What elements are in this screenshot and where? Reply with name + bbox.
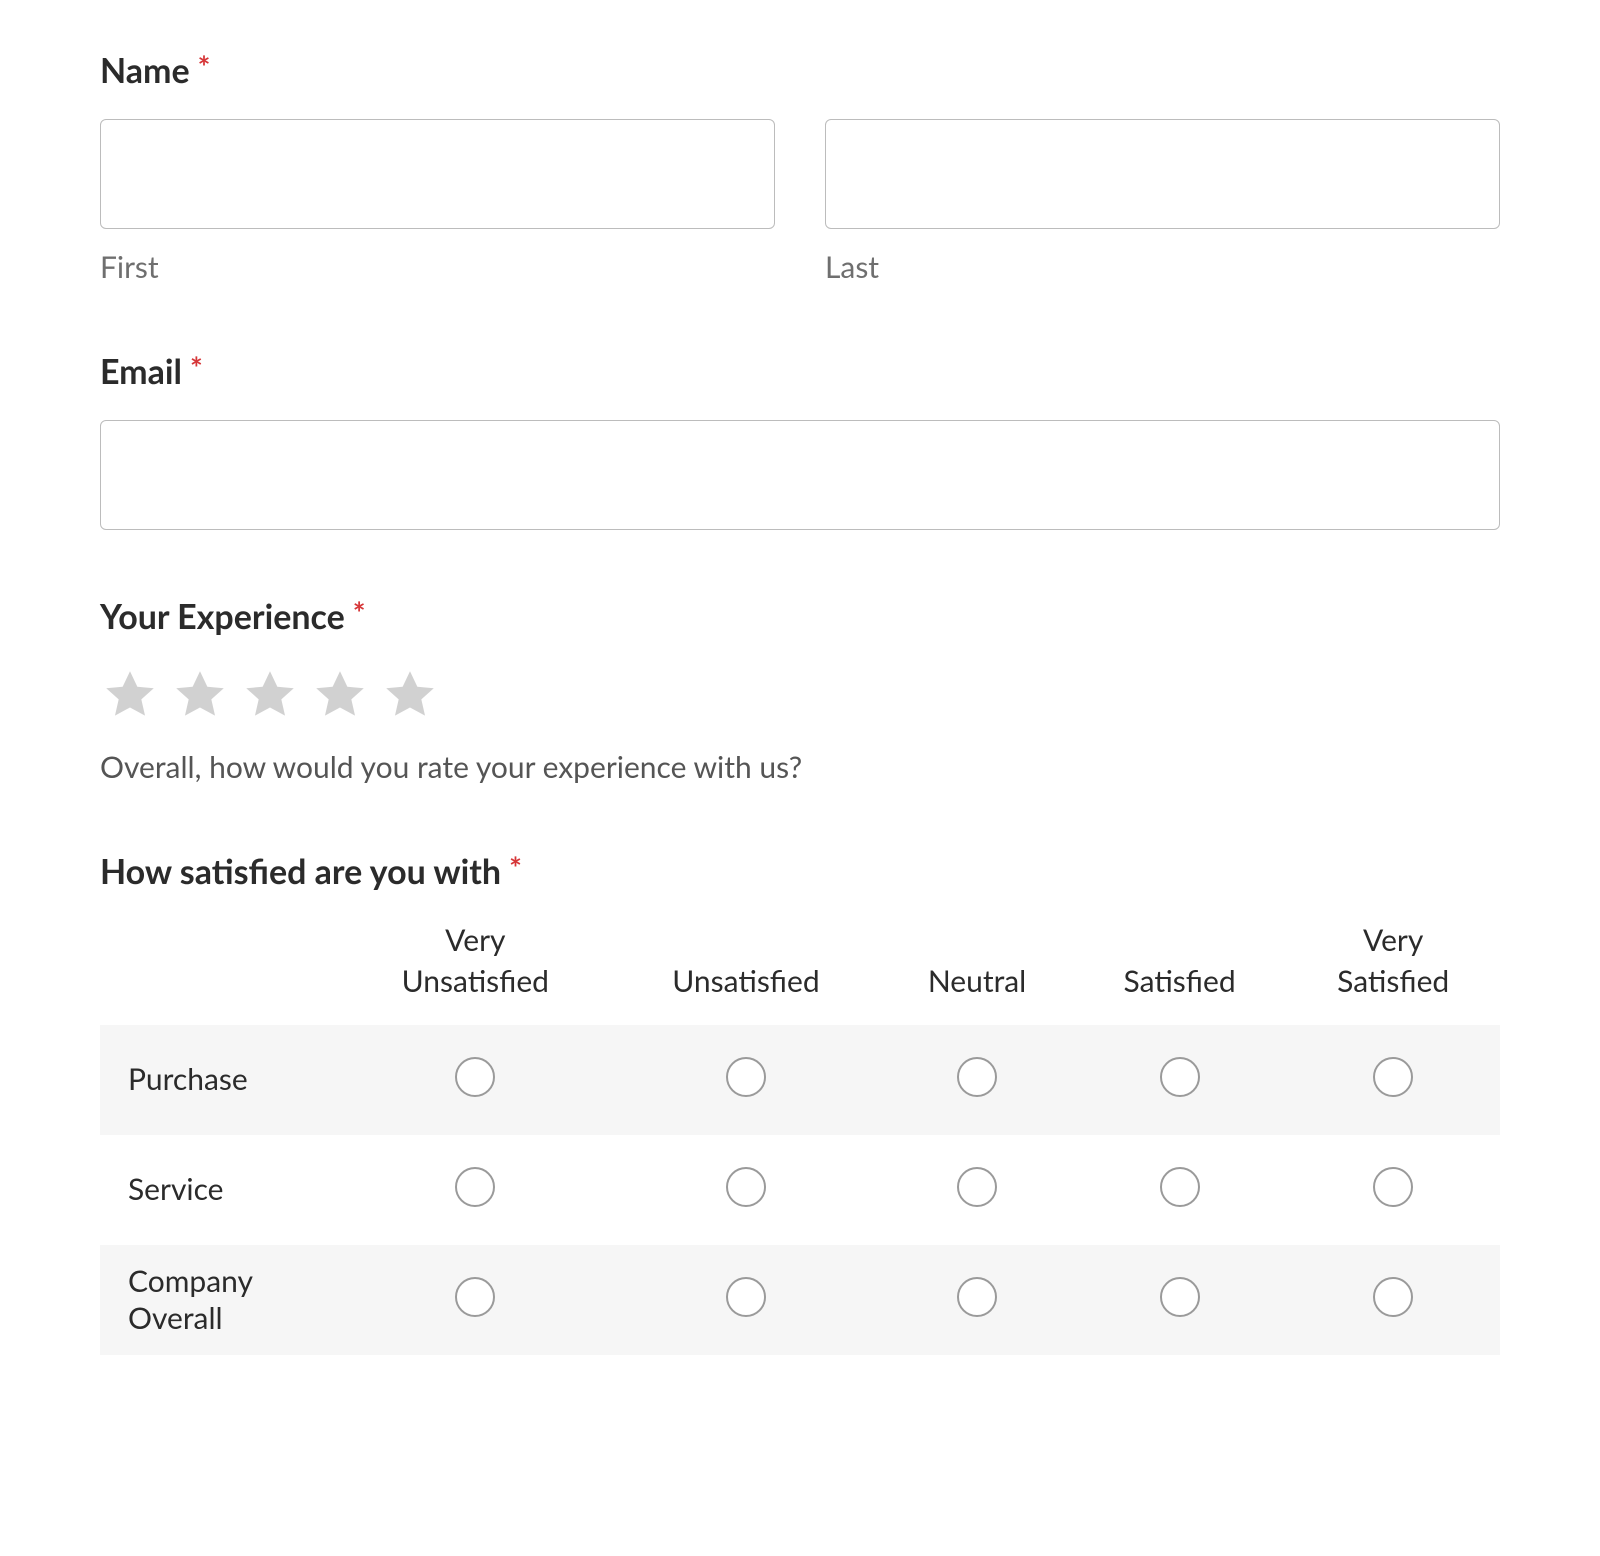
likert-cell [611,1025,882,1135]
likert-radio[interactable] [1373,1057,1413,1097]
likert-cell [1073,1135,1287,1245]
star-rating [100,665,1500,725]
likert-cell [611,1135,882,1245]
likert-row-label: Service [100,1135,340,1245]
likert-row: Purchase [100,1025,1500,1135]
name-label-text: Name [100,50,190,91]
satisfaction-field: How satisfied are you with * VeryUnsatis… [100,851,1500,1355]
satisfaction-label-text: How satisfied are you with [100,851,501,892]
likert-cell [340,1135,611,1245]
required-mark: * [353,598,366,628]
email-input[interactable] [100,420,1500,530]
likert-cell [881,1245,1073,1355]
likert-radio[interactable] [726,1057,766,1097]
likert-cell [1286,1245,1500,1355]
likert-row: Service [100,1135,1500,1245]
experience-label-text: Your Experience [100,596,345,637]
star-icon[interactable] [310,665,370,725]
required-mark: * [198,52,211,82]
likert-cell [340,1025,611,1135]
likert-radio[interactable] [726,1167,766,1207]
star-icon[interactable] [240,665,300,725]
likert-row-label: Purchase [100,1025,340,1135]
email-field: Email * [100,351,1500,530]
survey-form: Name * First Last Email * Your Experienc… [0,0,1600,1435]
star-icon[interactable] [100,665,160,725]
name-label: Name * [100,50,1500,91]
likert-cell [1073,1245,1287,1355]
likert-radio[interactable] [957,1057,997,1097]
likert-cell [881,1025,1073,1135]
likert-radio[interactable] [455,1277,495,1317]
likert-cell [1073,1025,1287,1135]
likert-table: VeryUnsatisfiedUnsatisfiedNeutralSatisfi… [100,920,1500,1355]
experience-help-text: Overall, how would you rate your experie… [100,749,1500,785]
likert-column-header: Satisfied [1073,920,1287,1025]
email-label-text: Email [100,351,182,392]
last-name-column: Last [825,119,1500,285]
likert-column-header: VerySatisfied [1286,920,1500,1025]
likert-radio[interactable] [1373,1277,1413,1317]
likert-radio[interactable] [1160,1277,1200,1317]
satisfaction-label: How satisfied are you with * [100,851,1500,892]
first-name-sublabel: First [100,249,775,285]
star-icon[interactable] [170,665,230,725]
likert-cell [881,1135,1073,1245]
first-name-input[interactable] [100,119,775,229]
likert-header-row: VeryUnsatisfiedUnsatisfiedNeutralSatisfi… [100,920,1500,1025]
name-field: Name * First Last [100,50,1500,285]
likert-column-header: VeryUnsatisfied [340,920,611,1025]
likert-radio[interactable] [957,1277,997,1317]
email-label: Email * [100,351,1500,392]
last-name-input[interactable] [825,119,1500,229]
likert-radio[interactable] [455,1167,495,1207]
likert-row-label: CompanyOverall [100,1245,340,1355]
likert-cell [1286,1025,1500,1135]
likert-radio[interactable] [455,1057,495,1097]
likert-body: PurchaseServiceCompanyOverall [100,1025,1500,1355]
likert-cell [1286,1135,1500,1245]
likert-radio[interactable] [957,1167,997,1207]
required-mark: * [190,353,203,383]
required-mark: * [509,853,522,883]
likert-radio[interactable] [1160,1167,1200,1207]
likert-column-header: Unsatisfied [611,920,882,1025]
star-icon[interactable] [380,665,440,725]
likert-header-spacer [100,920,340,1025]
name-row: First Last [100,119,1500,285]
likert-cell [340,1245,611,1355]
likert-column-header: Neutral [881,920,1073,1025]
last-name-sublabel: Last [825,249,1500,285]
likert-radio[interactable] [726,1277,766,1317]
first-name-column: First [100,119,775,285]
likert-radio[interactable] [1373,1167,1413,1207]
likert-cell [611,1245,882,1355]
likert-row: CompanyOverall [100,1245,1500,1355]
likert-radio[interactable] [1160,1057,1200,1097]
experience-label: Your Experience * [100,596,1500,637]
experience-field: Your Experience * Overall, how would you… [100,596,1500,785]
